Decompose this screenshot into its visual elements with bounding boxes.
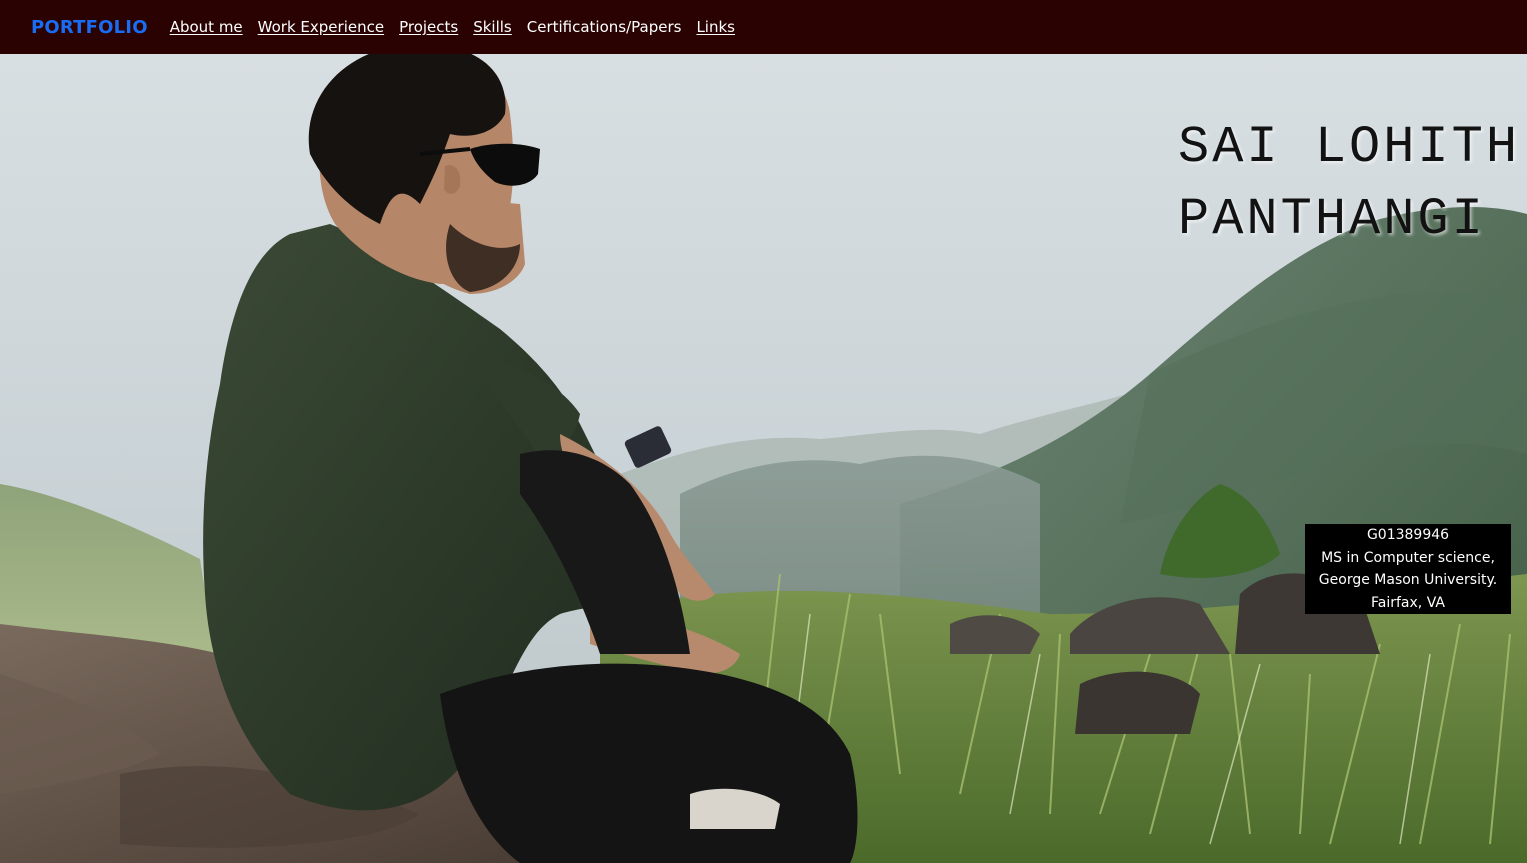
portfolio-page: PORTFOLIO About me Work Experience Proje… [0,0,1527,863]
nav-links: About me Work Experience Projects Skills… [170,18,735,36]
hero-name-line-2: PANTHANGI [1178,190,1486,249]
nav-link-skills[interactable]: Skills [473,18,512,36]
degree-text: MS in Computer science, [1321,549,1495,566]
top-navbar: PORTFOLIO About me Work Experience Proje… [0,0,1527,54]
nav-link-projects[interactable]: Projects [399,18,458,36]
nav-link-certifications-papers[interactable]: Certifications/Papers [527,18,682,36]
university-text: George Mason University. [1318,572,1498,588]
location-text: Fairfax, VA [1371,594,1445,611]
nav-link-work-experience[interactable]: Work Experience [258,18,384,36]
hero-section: SAI LOHITH PANTHANGI G01389946 MS in Com… [0,54,1527,863]
student-id: G01389946 [1366,527,1450,543]
student-info-box: G01389946 MS in Computer science, George… [1305,524,1511,614]
hero-name-line-1: SAI LOHITH [1178,118,1521,177]
brand-logo-link[interactable]: PORTFOLIO [31,17,148,38]
hero-name-heading: SAI LOHITH PANTHANGI [1178,112,1520,256]
nav-link-about-me[interactable]: About me [170,18,243,36]
nav-link-links[interactable]: Links [696,18,735,36]
